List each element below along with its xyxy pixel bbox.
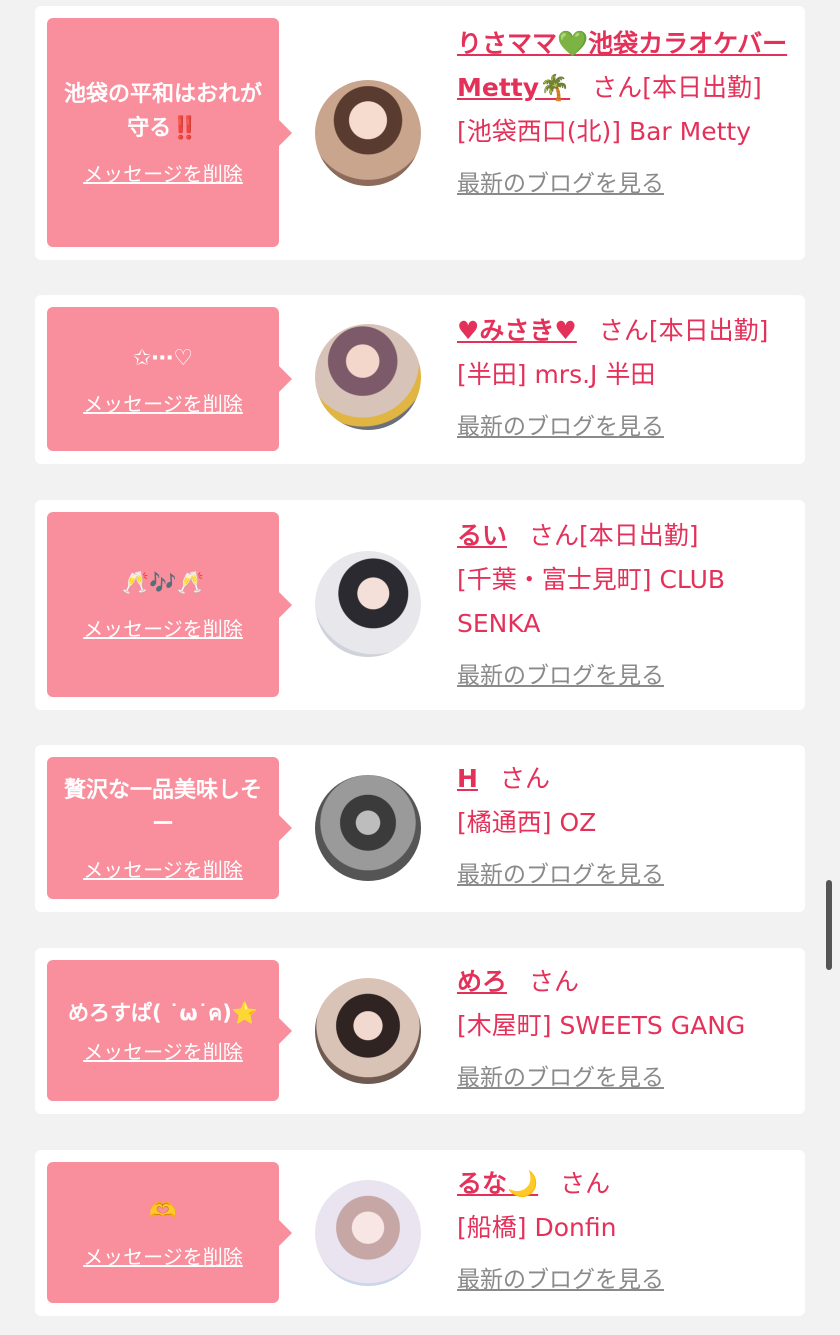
cast-info: ♥みさき♥ さん[本日出勤] [半田] mrs.J 半田 最新のブログを見る: [457, 309, 797, 441]
avatar[interactable]: [315, 1180, 421, 1286]
message-card: 🫶 メッセージを削除 るな🌙 さん [船橋] Donfin 最新のブログを見る: [35, 1150, 805, 1316]
cast-name-link[interactable]: るな🌙: [457, 1169, 538, 1198]
message-bubble: 🫶 メッセージを削除: [47, 1162, 279, 1303]
message-card: 🥂🎶🥂 メッセージを削除 るい さん[本日出勤] [千葉・富士見町] CLUB S…: [35, 500, 805, 710]
cast-name-link[interactable]: めろ: [457, 967, 507, 996]
cast-info: めろ さん [木屋町] SWEETS GANG 最新のブログを見る: [457, 960, 797, 1092]
avatar[interactable]: [315, 775, 421, 881]
shop-label: [半田] mrs.J 半田: [457, 360, 656, 389]
delete-message-link[interactable]: メッセージを削除: [83, 388, 243, 417]
scrollbar[interactable]: [826, 880, 832, 970]
honorific: さん: [592, 73, 643, 102]
avatar[interactable]: [315, 978, 421, 1084]
cast-name-link[interactable]: ♥みさき♥: [457, 316, 577, 345]
cast-info: H さん [橘通西] OZ 最新のブログを見る: [457, 757, 797, 889]
latest-blog-link[interactable]: 最新のブログを見る: [457, 656, 664, 690]
cast-info: るい さん[本日出勤] [千葉・富士見町] CLUB SENKA 最新のブログを見…: [457, 514, 797, 690]
honorific: さん: [529, 967, 580, 996]
message-bubble: ✩⋯♡ メッセージを削除: [47, 307, 279, 451]
message-bubble: 🥂🎶🥂 メッセージを削除: [47, 512, 279, 697]
delete-message-link[interactable]: メッセージを削除: [83, 613, 243, 642]
message-card: 池袋の平和はおれが守る‼️ メッセージを削除 りさママ💚池袋カラオケバーMett…: [35, 6, 805, 260]
delete-message-link[interactable]: メッセージを削除: [83, 158, 243, 187]
shop-label: [池袋西口(北)] Bar Metty: [457, 117, 752, 146]
avatar[interactable]: [315, 80, 421, 186]
latest-blog-link[interactable]: 最新のブログを見る: [457, 1058, 664, 1092]
shop-label: [千葉・富士見町] CLUB SENKA: [457, 565, 726, 638]
cast-info: りさママ💚池袋カラオケバーMetty🌴 さん[本日出勤] [池袋西口(北)] Ba…: [457, 22, 797, 198]
message-card: ✩⋯♡ メッセージを削除 ♥みさき♥ さん[本日出勤] [半田] mrs.J 半田…: [35, 295, 805, 464]
message-text: ✩⋯♡: [132, 345, 194, 371]
message-text: めろすぱ( ˙ω˙ค)⭐️: [68, 1001, 258, 1025]
latest-blog-link[interactable]: 最新のブログを見る: [457, 1260, 664, 1294]
honorific: さん: [598, 316, 649, 345]
attendance-status: [本日出勤]: [648, 316, 769, 345]
shop-label: [橘通西] OZ: [457, 808, 597, 837]
shop-label: [船橋] Donfin: [457, 1213, 617, 1242]
attendance-status: [本日出勤]: [642, 73, 762, 102]
shop-label: [木屋町] SWEETS GANG: [457, 1011, 746, 1040]
cast-name-link[interactable]: H: [457, 764, 478, 793]
message-bubble: めろすぱ( ˙ω˙ค)⭐️ メッセージを削除: [47, 960, 279, 1101]
latest-blog-link[interactable]: 最新のブログを見る: [457, 855, 664, 889]
message-text: 贅沢な一品美味しそー: [63, 777, 262, 837]
honorific: さん: [560, 1169, 611, 1198]
honorific: さん: [499, 764, 550, 793]
message-card: めろすぱ( ˙ω˙ค)⭐️ メッセージを削除 めろ さん [木屋町] SWEETS…: [35, 948, 805, 1114]
message-bubble: 贅沢な一品美味しそー メッセージを削除: [47, 757, 279, 899]
latest-blog-link[interactable]: 最新のブログを見る: [457, 164, 664, 198]
cast-name-link[interactable]: るい: [457, 521, 507, 550]
message-text: 池袋の平和はおれが守る‼️: [63, 82, 262, 141]
message-text: 🫶: [149, 1199, 177, 1224]
delete-message-link[interactable]: メッセージを削除: [83, 1036, 243, 1065]
delete-message-link[interactable]: メッセージを削除: [83, 854, 243, 883]
message-bubble: 池袋の平和はおれが守る‼️ メッセージを削除: [47, 18, 279, 247]
attendance-status: [本日出勤]: [579, 521, 699, 550]
honorific: さん: [529, 521, 580, 550]
message-card: 贅沢な一品美味しそー メッセージを削除 H さん [橘通西] OZ 最新のブログを…: [35, 745, 805, 912]
delete-message-link[interactable]: メッセージを削除: [83, 1241, 243, 1270]
latest-blog-link[interactable]: 最新のブログを見る: [457, 407, 664, 441]
message-text: 🥂🎶🥂: [121, 571, 205, 596]
avatar[interactable]: [315, 551, 421, 657]
cast-info: るな🌙 さん [船橋] Donfin 最新のブログを見る: [457, 1162, 797, 1294]
avatar[interactable]: [315, 324, 421, 430]
